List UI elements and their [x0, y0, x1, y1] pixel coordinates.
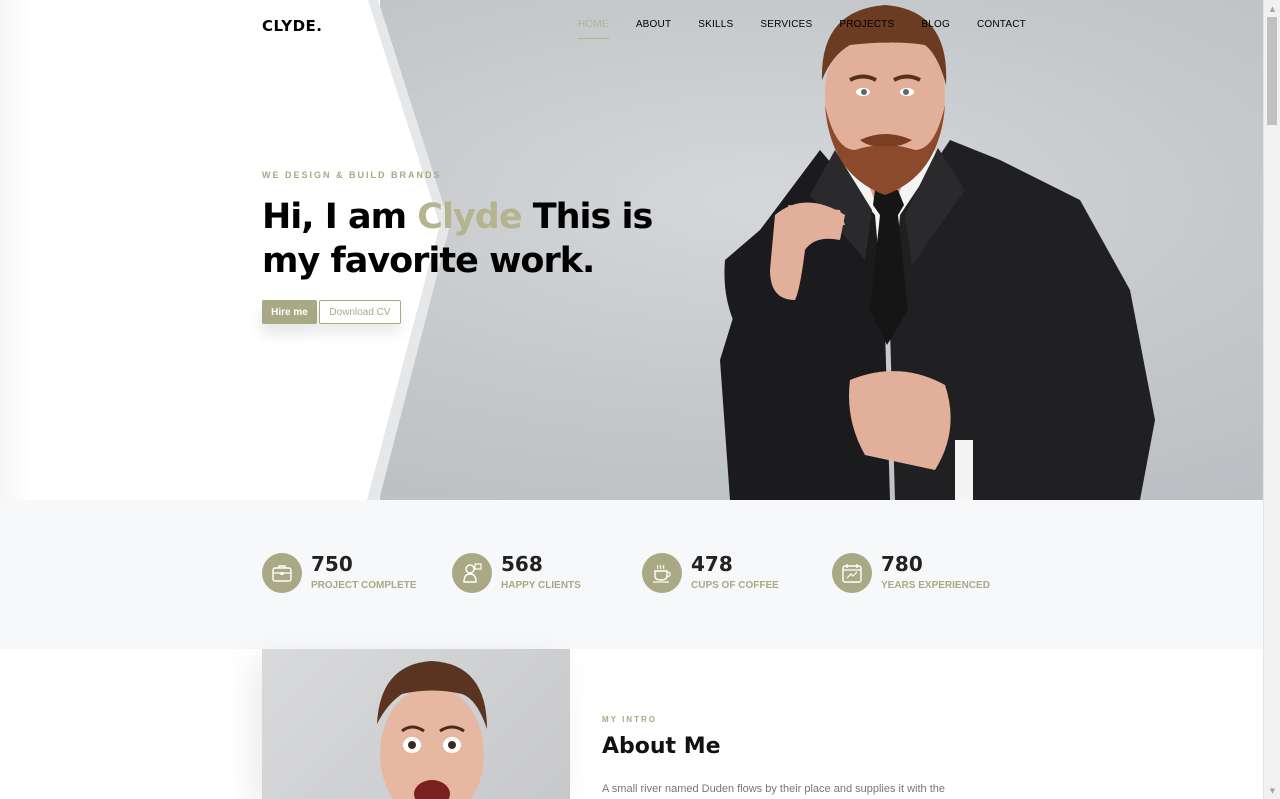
about-text: A small river named Duden flows by their…: [602, 783, 946, 795]
hire-me-button[interactable]: Hire me: [262, 300, 317, 324]
hero-headline: Hi, I am Clyde This is my favorite work.: [262, 195, 692, 283]
stat-label: CUPS OF COFFEE: [691, 580, 779, 591]
headline-name: Clyde: [417, 197, 522, 237]
scroll-down-arrow-icon[interactable]: ▼: [1264, 782, 1280, 799]
stat-label: YEARS EXPERIENCED: [881, 580, 990, 591]
download-cv-button[interactable]: Download CV: [319, 300, 401, 324]
client-icon: [452, 553, 492, 593]
nav-item-services[interactable]: SERVICES: [760, 19, 812, 39]
briefcase-icon: [262, 553, 302, 593]
page-scrollbar[interactable]: ▲ ▼: [1263, 0, 1280, 799]
headline-intro: Hi, I am: [262, 197, 418, 237]
scroll-thumb[interactable]: [1267, 17, 1277, 125]
coffee-icon: [642, 553, 682, 593]
hero-section: CLYDE. HOME ABOUT SKILLS SERVICES PROJEC…: [0, 0, 1263, 500]
about-title: About Me: [602, 734, 721, 759]
nav-item-skills[interactable]: SKILLS: [698, 19, 733, 39]
stat-label: HAPPY CLIENTS: [501, 580, 581, 591]
hero-man-image: [720, 5, 1155, 500]
hero-left-shadow: [0, 0, 30, 500]
stat-value: 478: [691, 552, 733, 576]
nav-item-blog[interactable]: BLOG: [921, 19, 950, 39]
about-intro-label: MY INTRO: [602, 715, 657, 724]
scroll-up-arrow-icon[interactable]: ▲: [1264, 0, 1280, 17]
nav-item-home[interactable]: HOME: [578, 19, 609, 39]
stats-section: 750 PROJECT COMPLETE 568 HAPPY CLIENTS 4…: [0, 500, 1263, 649]
stat-value: 568: [501, 552, 543, 576]
nav-item-about[interactable]: ABOUT: [636, 19, 671, 39]
about-section: MY INTRO About Me A small river named Du…: [0, 649, 1263, 799]
hero-tagline: WE DESIGN & BUILD BRANDS: [262, 170, 442, 180]
calendar-icon: [832, 553, 872, 593]
stat-value: 780: [881, 552, 923, 576]
stat-label: PROJECT COMPLETE: [311, 580, 417, 591]
main-nav: HOME ABOUT SKILLS SERVICES PROJECTS BLOG…: [578, 19, 1053, 39]
stat-value: 750: [311, 552, 353, 576]
nav-item-contact[interactable]: CONTACT: [977, 19, 1026, 39]
about-photo: [262, 649, 570, 799]
site-logo[interactable]: CLYDE.: [262, 17, 323, 35]
nav-item-projects[interactable]: PROJECTS: [839, 19, 894, 39]
